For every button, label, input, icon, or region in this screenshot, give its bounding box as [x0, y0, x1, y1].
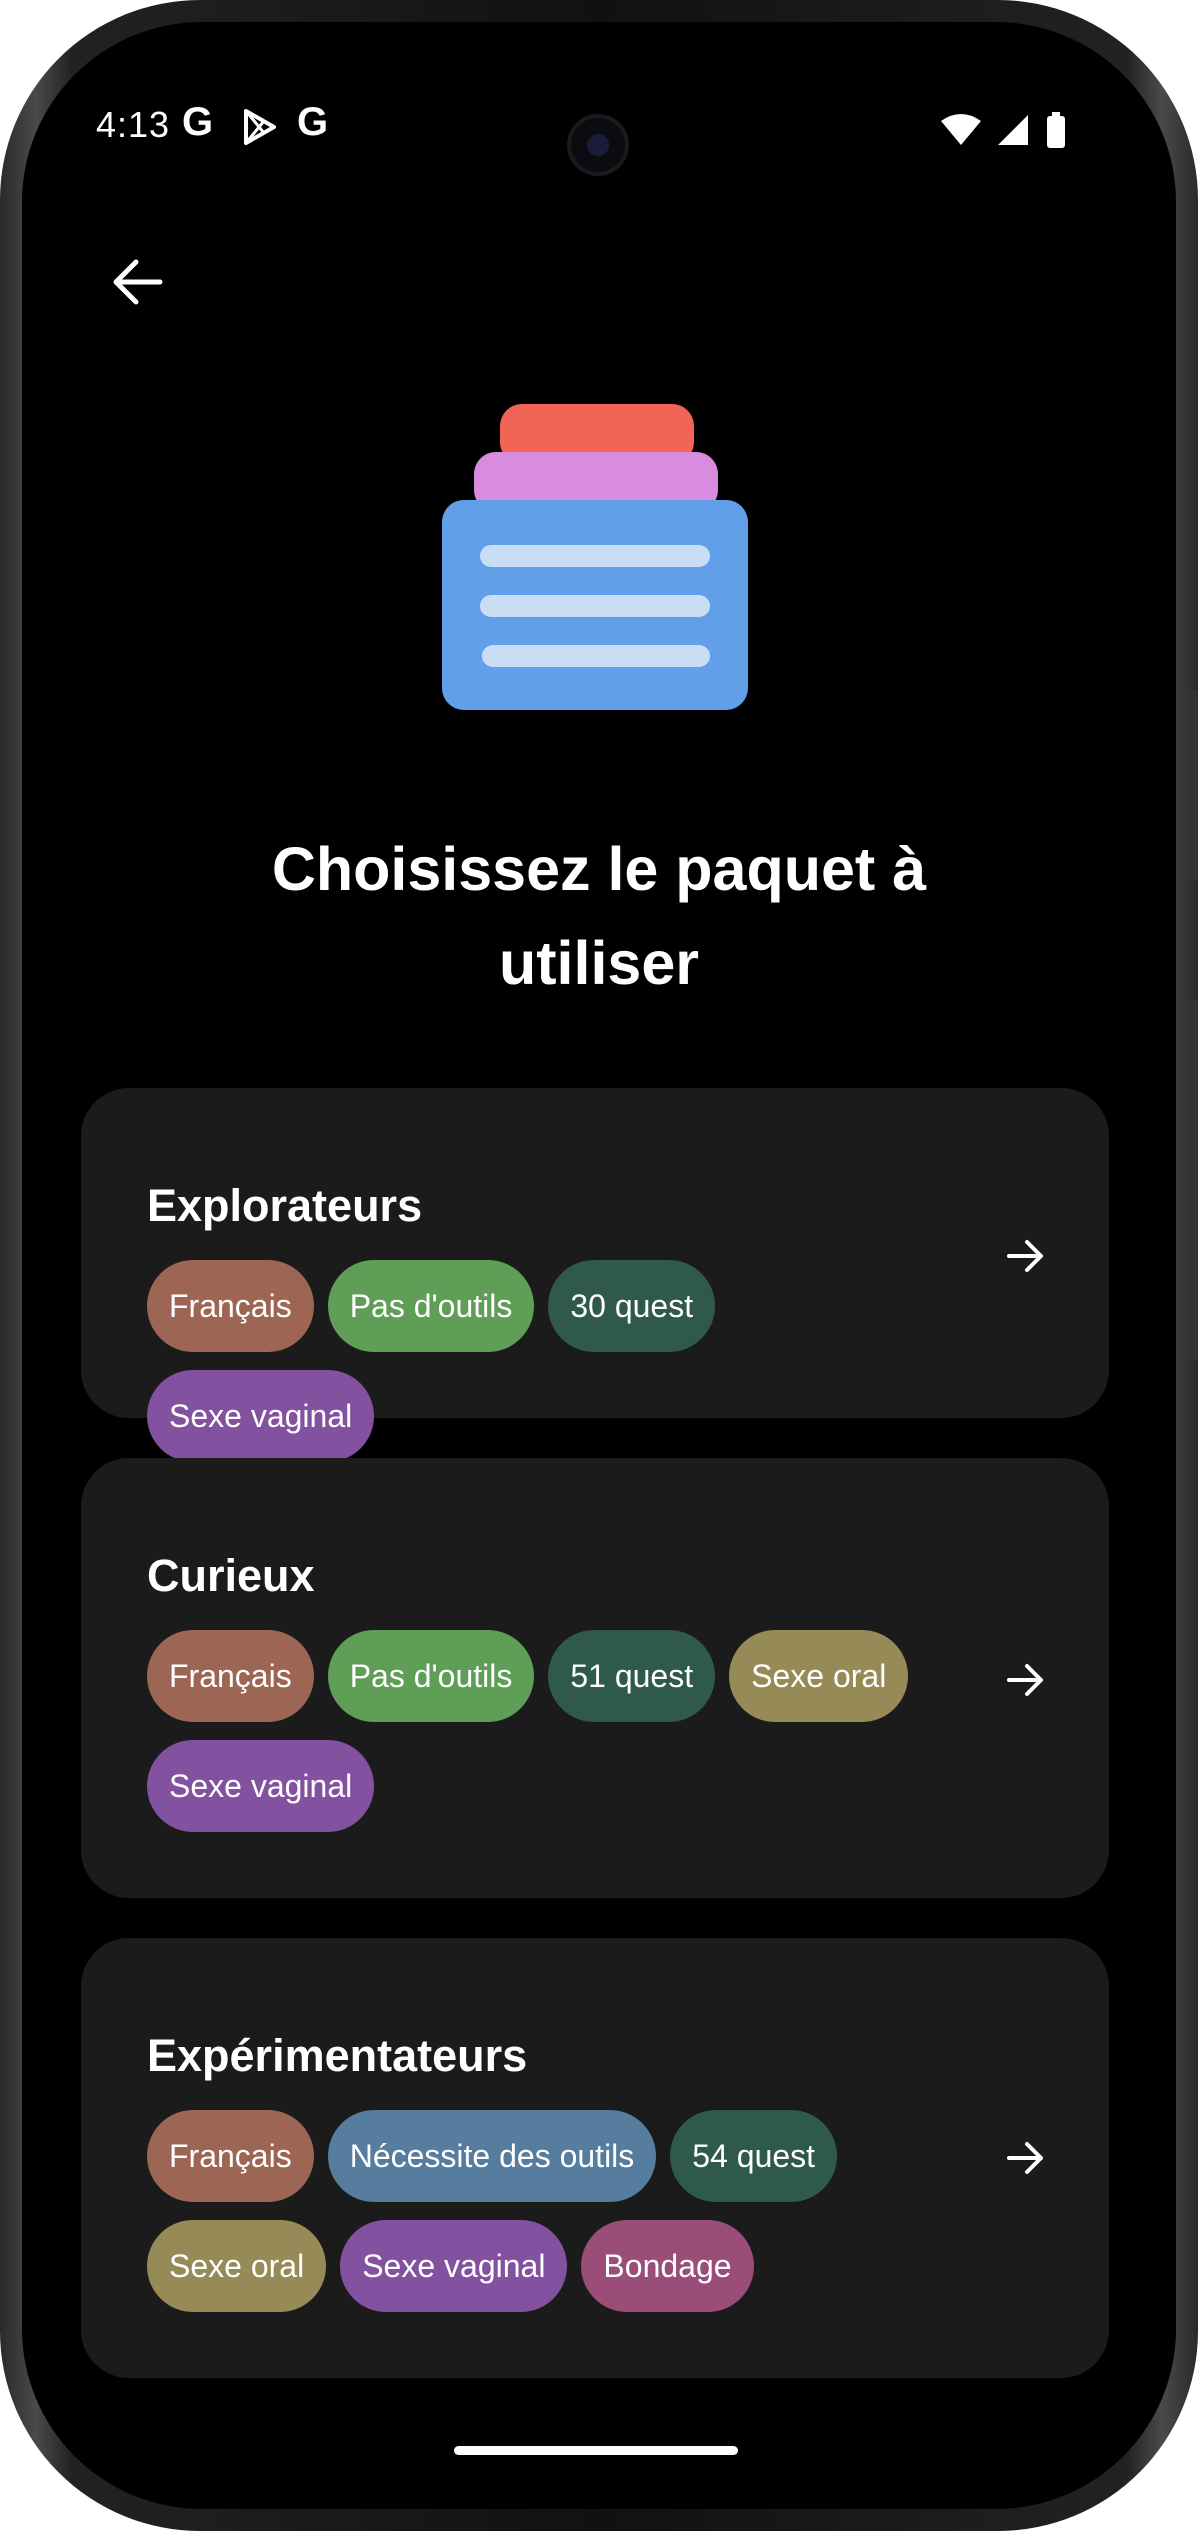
deck-title: Expérimentateurs — [147, 2030, 528, 2081]
arrow-right-icon — [1007, 1240, 1043, 1272]
tag-chip: 51 quest — [548, 1630, 716, 1722]
front-camera — [567, 114, 629, 176]
deck-tags: Français Pas d'outils 51 quest Sexe oral… — [147, 1630, 947, 1832]
tag-chip: Pas d'outils — [327, 1260, 535, 1352]
tag-chip: Français — [147, 2110, 314, 2202]
deck-title: Curieux — [147, 1550, 315, 1601]
tag-chip: Sexe vaginal — [147, 1740, 375, 1832]
phone-frame: 4:13 G G Choisissez le paquet à utiliser… — [0, 0, 1198, 2531]
tag-chip: Français — [147, 1260, 314, 1352]
status-time: 4:13 — [96, 104, 171, 145]
google-icon: G — [182, 100, 214, 144]
deck-tags: Français Nécessite des outils 54 quest S… — [147, 2110, 847, 2312]
battery-icon — [1046, 112, 1066, 153]
tag-chip: Français — [147, 1630, 314, 1722]
tag-chip: 30 quest — [548, 1260, 716, 1352]
power-button — [1190, 1000, 1198, 1360]
tag-chip: Sexe oral — [147, 2220, 327, 2312]
tag-chip: Nécessite des outils — [327, 2110, 657, 2202]
tag-chip: Sexe oral — [729, 1630, 909, 1722]
deck-card-explorateurs[interactable]: Explorateurs Français Pas d'outils 30 qu… — [81, 1088, 1109, 1462]
tag-chip: Sexe vaginal — [340, 2220, 568, 2312]
arrow-left-icon — [113, 259, 163, 305]
tag-chip: Pas d'outils — [327, 1630, 535, 1722]
google-icon: G — [297, 100, 329, 144]
tag-chip: 54 quest — [670, 2110, 838, 2202]
play-store-icon — [240, 108, 278, 151]
back-button[interactable] — [102, 247, 172, 317]
screen: 4:13 G G Choisissez le paquet à utiliser… — [22, 22, 1176, 2509]
arrow-right-icon — [1007, 1664, 1043, 1696]
signal-icon — [996, 113, 1030, 152]
deck-tags: Français Pas d'outils 30 quest Sexe vagi… — [147, 1260, 947, 1462]
arrow-right-icon — [1007, 2142, 1043, 2174]
deck-title: Explorateurs — [147, 1180, 423, 1231]
status-bar: 4:13 G G — [22, 22, 1176, 176]
tag-chip: Sexe vaginal — [147, 1370, 375, 1462]
home-indicator[interactable] — [454, 2446, 738, 2455]
volume-button — [1190, 690, 1198, 880]
page-title: Choisissez le paquet à utiliser — [271, 835, 927, 997]
tag-chip: Bondage — [581, 2220, 754, 2312]
deck-card-experimentateurs[interactable]: Expérimentateurs Français Nécessite des … — [81, 1938, 1109, 2378]
status-icons — [939, 112, 1066, 153]
card-deck-icon — [442, 404, 748, 734]
deck-card-curieux[interactable]: Curieux Français Pas d'outils 51 quest S… — [81, 1458, 1109, 1898]
wifi-icon — [939, 113, 983, 152]
